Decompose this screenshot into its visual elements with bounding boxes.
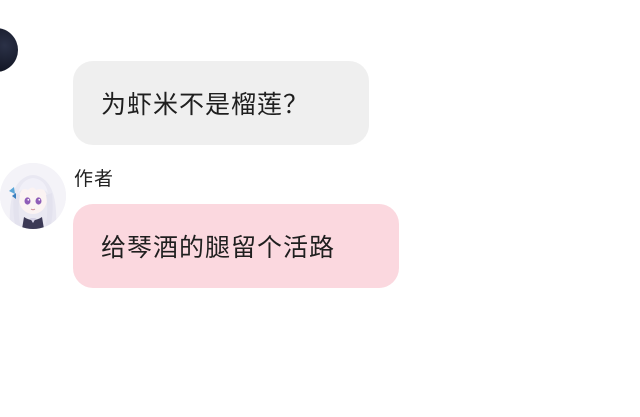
message-text: 为虾米不是榴莲？ [101, 90, 310, 119]
message-text: 给琴酒的腿留个活路 [101, 233, 336, 262]
anime-girl-avatar[interactable] [0, 163, 66, 229]
message-bubble[interactable]: 为虾米不是榴莲？ [73, 61, 369, 145]
chat-thread: 为虾米不是榴莲？ 作者 给琴酒的腿留个活路 [0, 0, 640, 417]
sender-name: 作者 [74, 168, 115, 190]
avatar[interactable] [0, 28, 18, 72]
avatar-illustration-icon [0, 163, 66, 229]
message-bubble[interactable]: 给琴酒的腿留个活路 [73, 204, 399, 288]
